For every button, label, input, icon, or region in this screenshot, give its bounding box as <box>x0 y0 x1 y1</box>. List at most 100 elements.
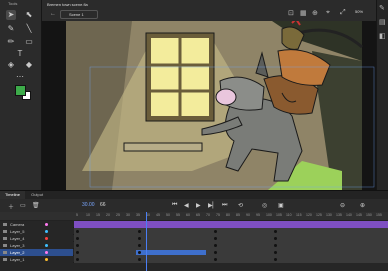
next-frame-icon[interactable]: ▶▏ <box>208 202 217 209</box>
layer-name[interactable]: Layer_4 <box>0 235 73 242</box>
layer-color-dot[interactable] <box>45 237 48 240</box>
bucket-tool-icon[interactable]: ◈ <box>6 60 16 70</box>
play-icon[interactable]: ▶ <box>196 202 201 209</box>
zoom-level[interactable]: 50% <box>355 9 363 14</box>
layer-row[interactable]: Layer_1 <box>0 256 388 263</box>
frame-readout[interactable]: 66 <box>100 202 106 208</box>
clip-icon[interactable]: ⊕ <box>312 9 318 17</box>
line-tool-icon[interactable]: ╲ <box>24 24 34 34</box>
keyframe[interactable] <box>274 251 277 254</box>
ruler-number: 120 <box>306 213 312 217</box>
add-folder-icon[interactable]: ▭ <box>20 202 26 209</box>
document-tab[interactable]: Bremen town scene.fla <box>47 1 88 8</box>
library-icon[interactable]: ▤ <box>379 18 386 26</box>
ruler-number: 155 <box>376 213 382 217</box>
eraser-tool-icon[interactable]: ◆ <box>24 60 34 70</box>
onion-skin-icon[interactable]: ◎ <box>262 202 267 209</box>
layer-frames[interactable] <box>74 228 388 235</box>
keyframe[interactable] <box>214 244 217 247</box>
layer-frames[interactable] <box>74 249 388 256</box>
layer-frames[interactable] <box>74 221 388 228</box>
layer-row[interactable]: Layer_4 <box>0 235 388 242</box>
tools-title: Tools <box>8 1 18 6</box>
keyframe[interactable] <box>138 258 141 261</box>
keyframe[interactable] <box>274 258 277 261</box>
layer-color-dot[interactable] <box>45 251 48 254</box>
keyframe[interactable] <box>76 251 79 254</box>
back-arrow-icon[interactable]: ← <box>50 11 56 17</box>
assets-icon[interactable]: ◧ <box>379 32 386 40</box>
properties-icon[interactable]: ✎ <box>379 4 385 12</box>
layer-row[interactable]: Layer_3 <box>0 242 388 249</box>
layer-name[interactable]: Layer_5 <box>0 228 73 235</box>
layer-icon <box>3 258 7 261</box>
layer-frames[interactable] <box>74 235 388 242</box>
layer-color-dot[interactable] <box>45 223 48 226</box>
brush-tool-icon[interactable]: ✎ <box>6 24 16 34</box>
keyframe[interactable] <box>214 251 217 254</box>
add-layer-icon[interactable]: ＋ <box>8 202 14 211</box>
layer-name[interactable]: Layer_2 <box>0 249 73 256</box>
keyframe[interactable] <box>274 244 277 247</box>
first-frame-icon[interactable]: ⏮ <box>172 202 177 209</box>
layer-icon <box>3 237 7 240</box>
pencil-tool-icon[interactable]: ✏ <box>6 37 16 47</box>
keyframe[interactable] <box>274 237 277 240</box>
edit-multiple-frames-icon[interactable]: ▣ <box>278 202 284 209</box>
layer-name[interactable]: Layer_1 <box>0 256 73 263</box>
layer-frames[interactable] <box>74 256 388 263</box>
keyframe[interactable] <box>138 237 141 240</box>
loop-icon[interactable]: ⟲ <box>238 202 243 209</box>
layer-name[interactable]: Layer_3 <box>0 242 73 249</box>
keyframe[interactable] <box>76 237 79 240</box>
fit-icon[interactable]: ⤢ <box>340 9 346 17</box>
timeline-panel: Timeline Output ＋ ▭ 🗑 30.00 66 ⏮ ◀ ▶ ▶▏ … <box>0 190 388 271</box>
keyframe[interactable] <box>138 244 141 247</box>
selection-tool-icon[interactable]: ➤ <box>6 10 16 20</box>
stage-canvas[interactable] <box>42 21 376 190</box>
keyframe[interactable] <box>214 230 217 233</box>
layer-row[interactable]: Camera <box>0 221 388 228</box>
ruler-number: 140 <box>346 213 352 217</box>
keyframe[interactable] <box>76 244 79 247</box>
keyframe[interactable] <box>76 230 79 233</box>
timeline-tabs: Timeline Output <box>0 191 388 199</box>
more-tools-icon[interactable]: ⋯ <box>15 72 25 82</box>
fps-readout[interactable]: 30.00 <box>82 202 95 208</box>
camera-icon[interactable]: ⊡ <box>288 9 294 17</box>
text-tool-icon[interactable]: T <box>15 49 25 59</box>
center-stage-icon[interactable]: ⌖ <box>326 9 330 17</box>
ruler-number: 60 <box>186 213 190 217</box>
last-frame-icon[interactable]: ⏭ <box>222 202 227 209</box>
keyframe[interactable] <box>138 251 141 254</box>
layer-frames[interactable] <box>74 242 388 249</box>
subselection-tool-icon[interactable]: ⬉ <box>24 10 34 20</box>
layer-row[interactable]: Layer_5 <box>0 228 388 235</box>
layer-color-dot[interactable] <box>45 258 48 261</box>
layer-color-dot[interactable] <box>45 244 48 247</box>
keyframe[interactable] <box>214 258 217 261</box>
keyframe[interactable] <box>274 230 277 233</box>
ruler-number: 10 <box>86 213 90 217</box>
ruler-number: 130 <box>326 213 332 217</box>
edit-symbols-icon[interactable]: ▦ <box>300 9 307 17</box>
layer-color-dot[interactable] <box>45 230 48 233</box>
keyframe[interactable] <box>214 237 217 240</box>
keyframe[interactable] <box>76 258 79 261</box>
tab-output[interactable]: Output <box>26 191 48 199</box>
zoom-in-timeline-icon[interactable]: ⊕ <box>360 202 365 209</box>
ruler-number: 85 <box>236 213 240 217</box>
layer-name[interactable]: Camera <box>0 221 73 228</box>
delete-layer-icon[interactable]: 🗑 <box>32 202 40 209</box>
keyframe[interactable] <box>138 230 141 233</box>
rectangle-tool-icon[interactable]: ▭ <box>24 37 34 47</box>
tab-timeline[interactable]: Timeline <box>0 191 25 199</box>
ruler-number: 65 <box>196 213 200 217</box>
layer-row[interactable]: Layer_2 <box>0 249 388 256</box>
prev-frame-icon[interactable]: ◀ <box>184 202 189 209</box>
fill-color-swatch[interactable] <box>15 85 26 96</box>
frame-ruler[interactable]: 5 10 15 20 25 30 35 40 45 50 55 60 65 70 75 80 85 90 95 100… <box>0 212 388 221</box>
playhead[interactable] <box>146 212 147 271</box>
zoom-out-timeline-icon[interactable]: ⊖ <box>340 202 345 209</box>
scene-dropdown[interactable]: Scene 1 <box>60 10 98 19</box>
